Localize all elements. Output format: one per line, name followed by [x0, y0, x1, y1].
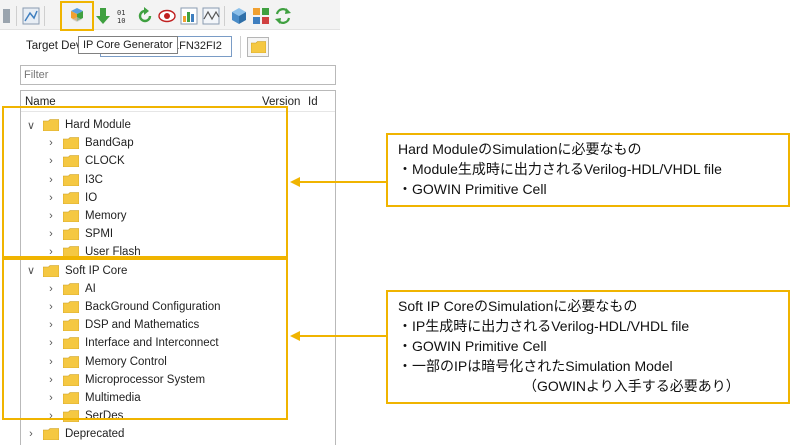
- grid-icon[interactable]: [22, 7, 40, 25]
- soft-ip-core-highlight: [2, 258, 288, 420]
- svg-text:10: 10: [117, 17, 125, 25]
- soft-callout-line: （GOWINより入手する必要あり）: [523, 378, 740, 394]
- hard-module-callout: Hard ModuleのSimulationに必要なもの ・Module生成時に…: [386, 133, 790, 207]
- blocks-icon[interactable]: [252, 7, 270, 25]
- folder-icon: [42, 428, 60, 441]
- toolbar-separator: [44, 6, 45, 26]
- ip-core-generator-tooltip: IP Core Generator: [78, 36, 178, 54]
- soft-ip-core-callout: Soft IP CoreのSimulationに必要なもの ・IP生成時に出力さ…: [386, 290, 790, 404]
- toolbar-separator: [224, 6, 225, 26]
- toolbar-separator: [16, 6, 17, 26]
- hard-callout-line: ・GOWIN Primitive Cell: [398, 181, 547, 197]
- browse-device-button[interactable]: [247, 37, 269, 57]
- hard-callout-line: ・Module生成時に出力されるVerilog-HDL/VHDL file: [398, 161, 722, 177]
- chevron-right-icon[interactable]: ›: [25, 428, 37, 440]
- soft-callout-line: ・GOWIN Primitive Cell: [398, 338, 547, 354]
- binary-icon[interactable]: 0110: [116, 7, 134, 25]
- tree-group[interactable]: › Deprecated: [25, 425, 124, 443]
- eye-icon[interactable]: [158, 7, 176, 25]
- svg-text:01: 01: [117, 9, 125, 17]
- soft-callout-line: ・IP生成時に出力されるVerilog-HDL/VHDL file: [398, 318, 690, 334]
- target-device-label: Target Dev: [26, 40, 82, 52]
- hard-module-highlight: [2, 106, 288, 258]
- soft-callout-line: ・一部のIPは暗号化されたSimulation Model: [398, 358, 673, 374]
- refresh-icon[interactable]: [136, 7, 154, 25]
- wave-icon[interactable]: [202, 7, 220, 25]
- chart-icon[interactable]: [180, 7, 198, 25]
- ip-core-generator-highlight: [60, 1, 94, 31]
- sync-icon[interactable]: [274, 7, 292, 25]
- toolbar: 01 10: [0, 0, 340, 30]
- folder-icon: [251, 41, 266, 53]
- cube-icon[interactable]: [230, 7, 248, 25]
- download-icon[interactable]: [94, 7, 112, 25]
- tree-group-label: Deprecated: [65, 428, 125, 441]
- panel-icon[interactable]: [2, 7, 12, 25]
- column-header-id[interactable]: Id: [308, 96, 318, 108]
- toolbar-separator: [240, 36, 241, 58]
- soft-callout-title: Soft IP CoreのSimulationに必要なもの: [398, 298, 638, 314]
- filter-input[interactable]: [20, 65, 336, 85]
- hard-callout-title: Hard ModuleのSimulationに必要なもの: [398, 141, 642, 157]
